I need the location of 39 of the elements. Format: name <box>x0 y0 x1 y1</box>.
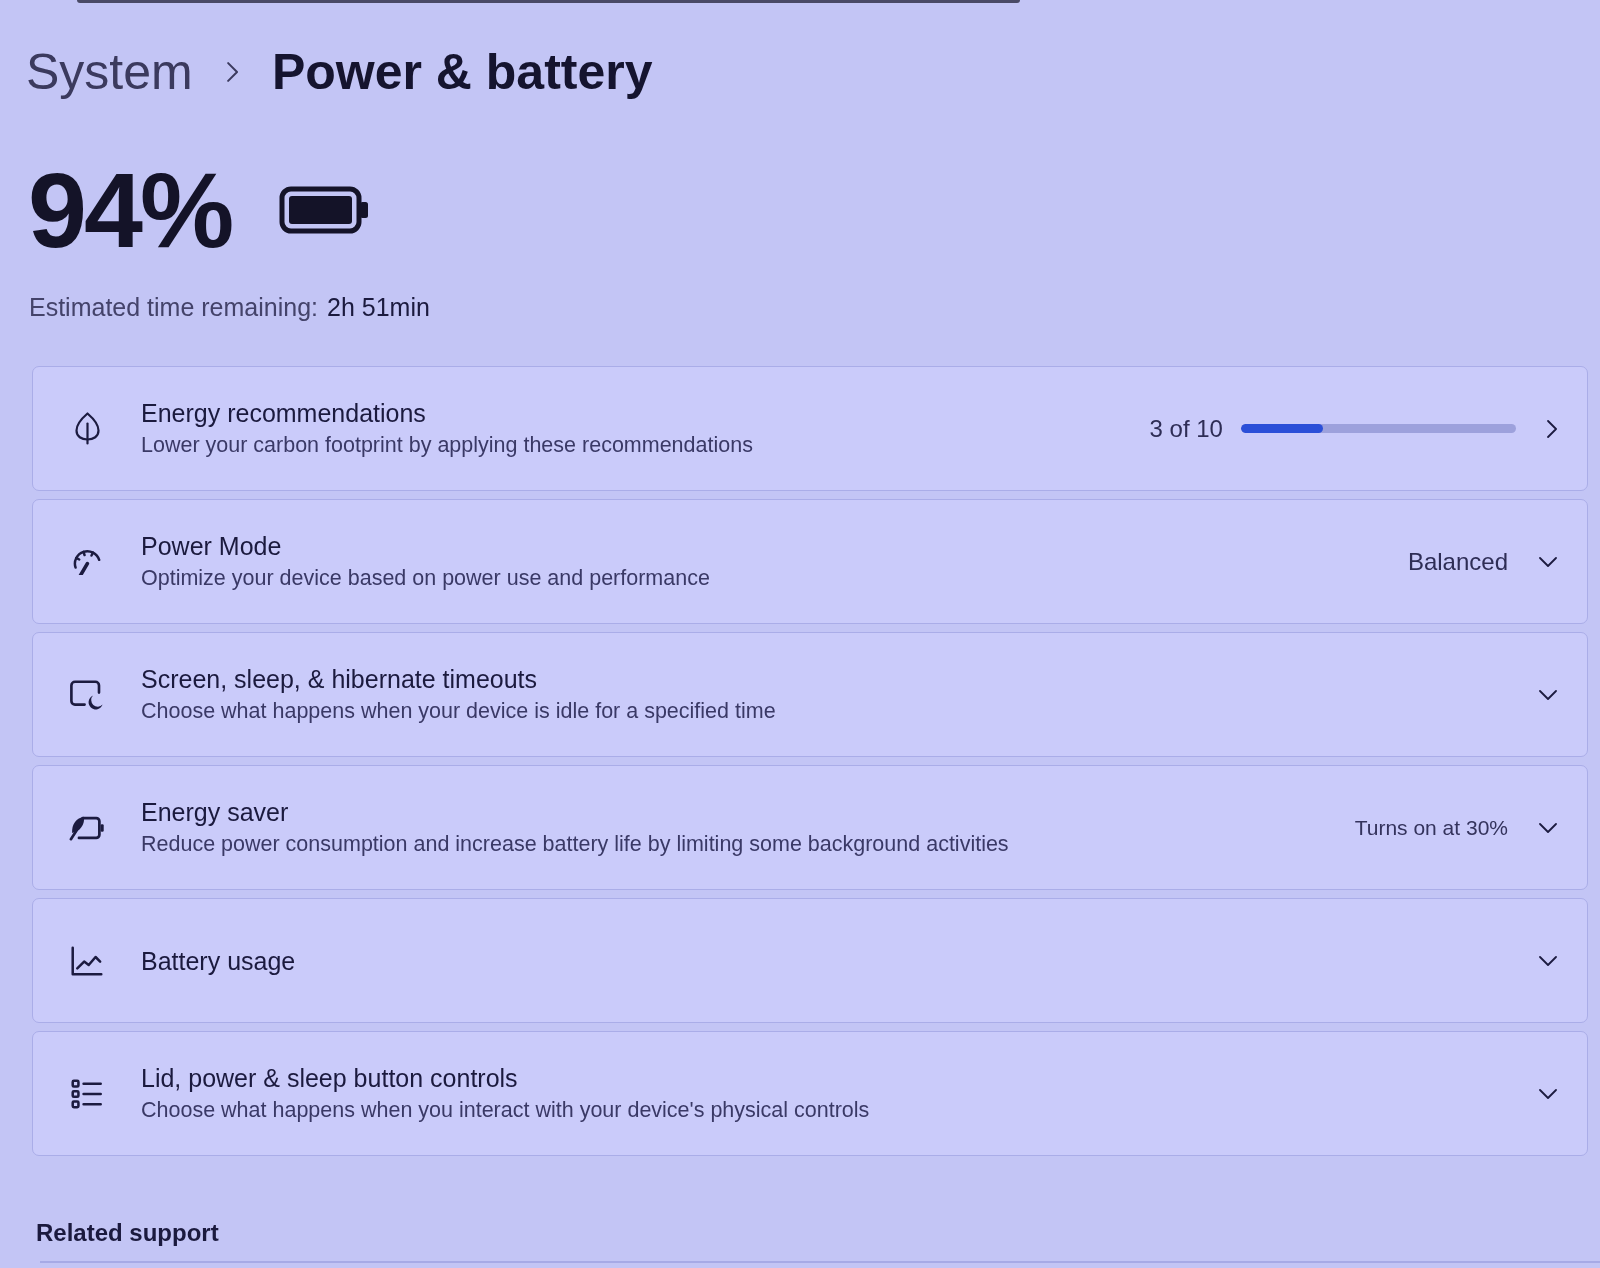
list-icon <box>71 1078 103 1109</box>
settings-card[interactable]: Energy recommendations Lower your carbon footprint by applying these recommendations 3 of 10 <box>32 366 1588 491</box>
page-title: Power & battery <box>271 43 653 102</box>
chevron-right-icon <box>226 62 238 82</box>
settings-card[interactable]: Battery usage <box>32 898 1588 1023</box>
card-title: Energy recommendations <box>141 398 427 428</box>
card-description: Choose what happens when you interact with your device's physical controls <box>141 1097 870 1124</box>
battery-percentage: 94% <box>28 155 232 265</box>
card-title: Battery usage <box>141 945 296 976</box>
card-title: Energy saver <box>141 797 290 827</box>
line-chart-icon <box>71 945 103 976</box>
chevron-down-icon <box>1539 822 1557 833</box>
card-description: Lower your carbon footprint by applying these recommendations <box>141 432 753 459</box>
settings-card[interactable]: Screen, sleep, & hibernate timeouts Choose what happens when your device is idle for a specified time <box>32 632 1588 757</box>
estimate-value: 2h 51min <box>327 292 430 323</box>
chevron-down-icon <box>1539 689 1557 700</box>
card-title: Lid, power & sleep button controls <box>141 1063 519 1093</box>
card-description: Reduce power consumption and increase battery life by limiting some background activities <box>141 831 1009 858</box>
chevron-right-icon <box>1546 419 1557 438</box>
card-description: Optimize your device based on power use and performance <box>141 565 710 592</box>
settings-card[interactable]: Energy saver Reduce power consumption and increase battery life by limiting some background activities Turns on at 30% <box>32 765 1588 890</box>
card-description: Choose what happens when your device is idle for a specified time <box>141 698 776 725</box>
progress-label: 3 of 10 <box>1149 413 1223 444</box>
battery-icon <box>279 186 369 234</box>
dropdown-value: Balanced <box>1407 546 1508 577</box>
monitor-moon-icon <box>69 679 105 710</box>
battery-leaf-icon <box>69 814 105 841</box>
card-title: Screen, sleep, & hibernate timeouts <box>141 664 539 694</box>
section-heading: Related support <box>36 1219 219 1246</box>
settings-card[interactable]: Power Mode Optimize your device based on power use and performance Balanced <box>32 499 1588 624</box>
card-title: Power Mode <box>141 531 283 561</box>
leaf-icon <box>74 412 100 445</box>
status-text: Turns on at 30% <box>1354 814 1508 841</box>
chevron-down-icon <box>1539 556 1557 567</box>
settings-card[interactable]: Lid, power & sleep button controls Choose what happens when you interact with your device's physical controls <box>32 1031 1588 1156</box>
estimate-label: Estimated time remaining: <box>29 292 318 323</box>
chevron-down-icon <box>1539 1088 1557 1099</box>
breadcrumb-link[interactable]: System <box>26 42 193 102</box>
chevron-down-icon <box>1539 955 1557 966</box>
